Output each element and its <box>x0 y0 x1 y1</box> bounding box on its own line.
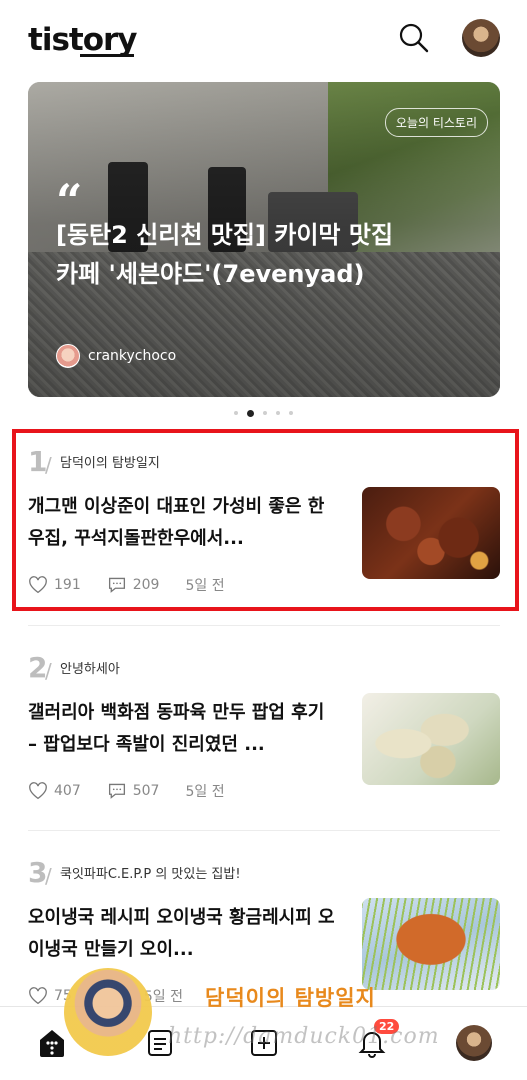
list-item[interactable]: 2 / 안녕하세아 갤러리아 백화점 동파육 만두 팝업 후기 – 팝업보다 족… <box>28 651 500 811</box>
carousel-dot[interactable] <box>263 411 267 415</box>
today-tistory-badge: 오늘의 티스토리 <box>384 108 488 137</box>
divider <box>28 830 500 831</box>
nav-home[interactable] <box>32 1023 72 1063</box>
post-time: 5일 전 <box>185 578 225 594</box>
rank-slash: / <box>45 864 52 888</box>
post-title[interactable]: 갤러리아 백화점 동파육 만두 팝업 후기 – 팝업보다 족발이 진리였던 ..… <box>28 697 338 761</box>
post-meta: 407 507 5일 전 <box>28 781 225 801</box>
hero-author[interactable]: crankychoco <box>56 344 176 368</box>
author-avatar <box>56 344 80 368</box>
featured-story-card[interactable]: 오늘의 티스토리 “ [동탄2 신리천 맛집] 카이막 맛집 카페 '세븐야드'… <box>28 82 500 397</box>
logo-underline <box>80 54 134 57</box>
search-button[interactable] <box>398 22 430 54</box>
carousel-dot[interactable] <box>234 411 238 415</box>
blog-name[interactable]: 안녕하세아 <box>60 658 120 677</box>
comment-icon[interactable] <box>107 782 127 800</box>
list-item[interactable]: 1 / 담덕이의 탐방일지 개그맨 이상준이 대표인 가성비 좋은 한우집, 꾸… <box>28 445 500 605</box>
carousel-dot[interactable] <box>289 411 293 415</box>
like-count: 407 <box>54 783 81 799</box>
nav-profile-avatar <box>456 1025 492 1061</box>
heart-icon[interactable] <box>28 782 48 800</box>
watermark-text: 담덕이의 탐방일지 <box>205 986 376 1010</box>
post-thumbnail[interactable] <box>362 487 500 579</box>
author-name: crankychoco <box>88 348 177 364</box>
post-thumbnail[interactable] <box>362 898 500 990</box>
profile-avatar[interactable] <box>462 19 500 57</box>
hero-title[interactable]: [동탄2 신리천 맛집] 카이막 맛집 카페 '세븐야드'(7evenyad) <box>56 216 396 294</box>
post-title[interactable]: 개그맨 이상준이 대표인 가성비 좋은 한우집, 꾸석지돌판한우에서... <box>28 491 338 555</box>
carousel-dot[interactable] <box>276 411 280 415</box>
post-time: 5일 전 <box>185 784 225 800</box>
comment-count: 209 <box>132 577 160 593</box>
search-icon <box>399 23 429 53</box>
nav-profile[interactable] <box>454 1023 494 1063</box>
carousel-indicator <box>0 408 527 418</box>
divider <box>28 625 500 626</box>
post-meta: 191 209 5일 전 <box>28 575 225 595</box>
watermark-url: http://damduck01.com <box>168 1024 440 1049</box>
carousel-dot[interactable] <box>247 409 254 417</box>
blog-name[interactable]: 담덕이의 탐방일지 <box>60 452 160 471</box>
app-header: tistory <box>0 0 527 82</box>
post-thumbnail[interactable] <box>362 693 500 785</box>
heart-icon[interactable] <box>28 576 48 594</box>
comment-icon[interactable] <box>107 576 127 594</box>
post-title[interactable]: 오이냉국 레시피 오이냉국 황금레시피 오이냉국 만들기 오이... <box>28 902 338 966</box>
home-icon <box>40 1030 64 1057</box>
like-count: 191 <box>54 577 81 593</box>
blog-name[interactable]: 쿡잇파파C.E.P.P 의 맛있는 집밥! <box>60 863 241 882</box>
tistory-logo[interactable]: tistory <box>28 22 138 58</box>
rank-slash: / <box>45 453 52 477</box>
heart-icon[interactable] <box>28 987 48 1005</box>
rank-slash: / <box>45 659 52 683</box>
watermark-avatar <box>64 968 152 1056</box>
comment-count: 507 <box>132 783 160 799</box>
